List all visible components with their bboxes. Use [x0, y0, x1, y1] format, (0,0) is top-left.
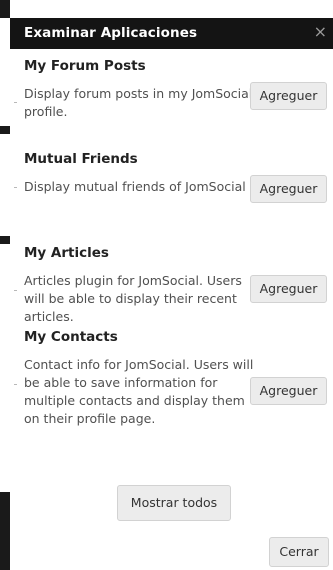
edge-dark-bottom	[0, 492, 10, 570]
app-item-my-contacts: My Contacts Contact info for JomSocial. …	[10, 329, 333, 459]
dialog-titlebar: Examinar Aplicaciones ×	[10, 18, 333, 49]
list-bullet	[14, 102, 17, 103]
list-bullet	[14, 290, 17, 291]
add-app-button[interactable]: Agreguer	[250, 377, 327, 405]
app-name: My Contacts	[24, 329, 118, 345]
add-app-button[interactable]: Agreguer	[250, 82, 327, 110]
list-bullet	[14, 384, 17, 385]
app-name: Mutual Friends	[24, 151, 138, 167]
app-name: My Forum Posts	[24, 58, 146, 74]
app-item-mutual-friends: Mutual Friends Display mutual friends of…	[10, 151, 333, 231]
edge-dark-top	[0, 0, 10, 18]
left-edge-strip	[0, 0, 10, 570]
app-description: Display mutual friends of JomSocial	[24, 179, 246, 194]
edge-dark-1	[0, 126, 10, 134]
close-icon[interactable]: ×	[314, 23, 327, 41]
dialog-title: Examinar Aplicaciones	[24, 25, 198, 41]
add-app-button[interactable]: Agreguer	[250, 275, 327, 303]
app-description: Articles plugin for JomSocial. Users wil…	[24, 273, 242, 324]
browse-apps-dialog: Examinar Aplicaciones × My Forum Posts D…	[0, 0, 333, 570]
add-app-button[interactable]: Agreguer	[250, 175, 327, 203]
app-description: Display forum posts in my JomSocial prof…	[24, 86, 253, 119]
close-button[interactable]: Cerrar	[269, 537, 329, 567]
list-bullet	[14, 187, 17, 188]
show-all-button[interactable]: Mostrar todos	[117, 485, 231, 521]
dialog-content: My Forum Posts Display forum posts in my…	[10, 49, 333, 570]
app-item-my-forum-posts: My Forum Posts Display forum posts in my…	[10, 58, 333, 138]
app-description: Contact info for JomSocial. Users will b…	[24, 357, 254, 426]
app-name: My Articles	[24, 245, 109, 261]
edge-dark-2	[0, 236, 10, 244]
